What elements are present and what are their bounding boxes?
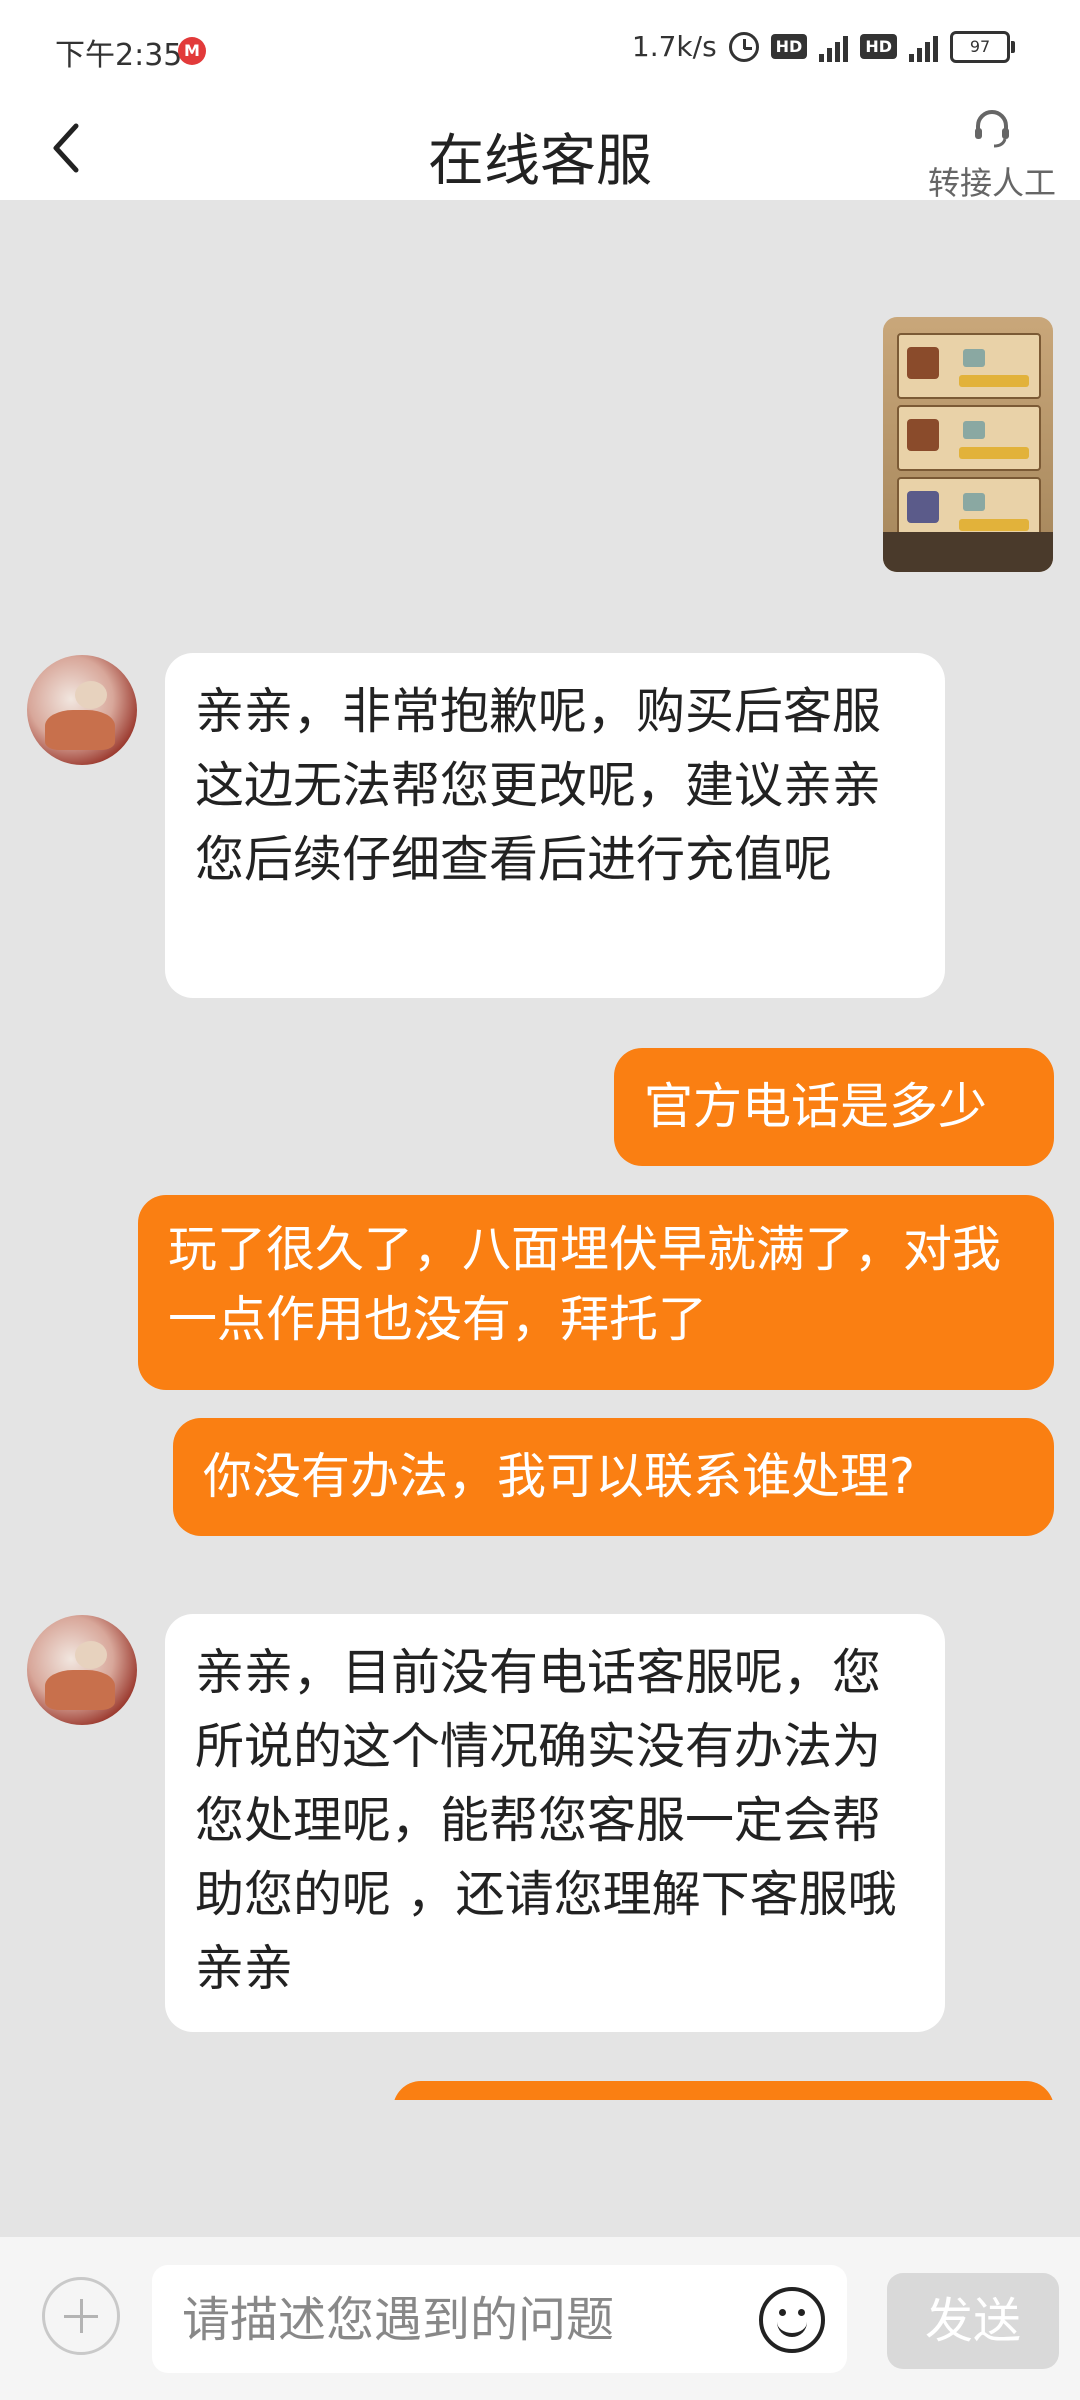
agent-message: 亲亲，非常抱歉呢，购买后客服这边无法帮您更改呢，建议亲亲您后续仔细查看后进行充值… (165, 653, 945, 998)
agent-avatar[interactable] (27, 655, 137, 765)
user-message: 你没有办法，我可以联系谁处理? (173, 1418, 1054, 1536)
signal-icon-2 (909, 32, 938, 62)
signal-icon-1 (819, 32, 849, 62)
message-input-container (152, 2265, 847, 2373)
emoji-icon[interactable] (759, 2287, 825, 2353)
page-title: 在线客服 (428, 129, 652, 194)
image-message[interactable] (883, 317, 1053, 572)
agent-avatar[interactable] (27, 1615, 137, 1725)
user-message: 官方电话是多少 (614, 1048, 1054, 1166)
message-input[interactable] (180, 2279, 764, 2361)
app-notification-icon: M (178, 37, 206, 65)
hd-badge-1: HD (770, 34, 808, 59)
hd-badge-2: HD (860, 34, 897, 59)
status-bar: 下午2:35 M 1.7k/s HD HD 97 (0, 0, 1080, 100)
input-bar: 发送 (0, 2237, 1080, 2400)
user-message-partial (393, 2081, 1054, 2100)
screenshot-card (897, 405, 1041, 471)
status-icons: 1.7k/s HD HD 97 (631, 30, 1015, 63)
transfer-to-human-button[interactable]: 转接人工 (922, 106, 1062, 204)
agent-message: 亲亲，目前没有电话客服呢，您所说的这个情况确实没有办法为您处理呢，能帮您客服一定… (165, 1614, 945, 2032)
plus-button[interactable] (42, 2277, 120, 2355)
user-message: 玩了很久了，八面埋伏早就满了，对我一点作用也没有，拜托了 (138, 1195, 1054, 1390)
screenshot-card (897, 333, 1041, 399)
chat-messages: 亲亲，非常抱歉呢，购买后客服这边无法帮您更改呢，建议亲亲您后续仔细查看后进行充值… (0, 200, 1080, 2100)
chat-header: 在线客服 转接人工 (0, 100, 1080, 202)
alarm-icon (728, 31, 759, 62)
status-time: 下午2:35 (55, 38, 183, 73)
transfer-label: 转接人工 (927, 164, 1056, 202)
battery-icon: 97 (950, 30, 1015, 63)
network-speed: 1.7k/s (631, 30, 717, 63)
headset-icon (975, 110, 1009, 148)
send-button[interactable]: 发送 (887, 2273, 1059, 2369)
